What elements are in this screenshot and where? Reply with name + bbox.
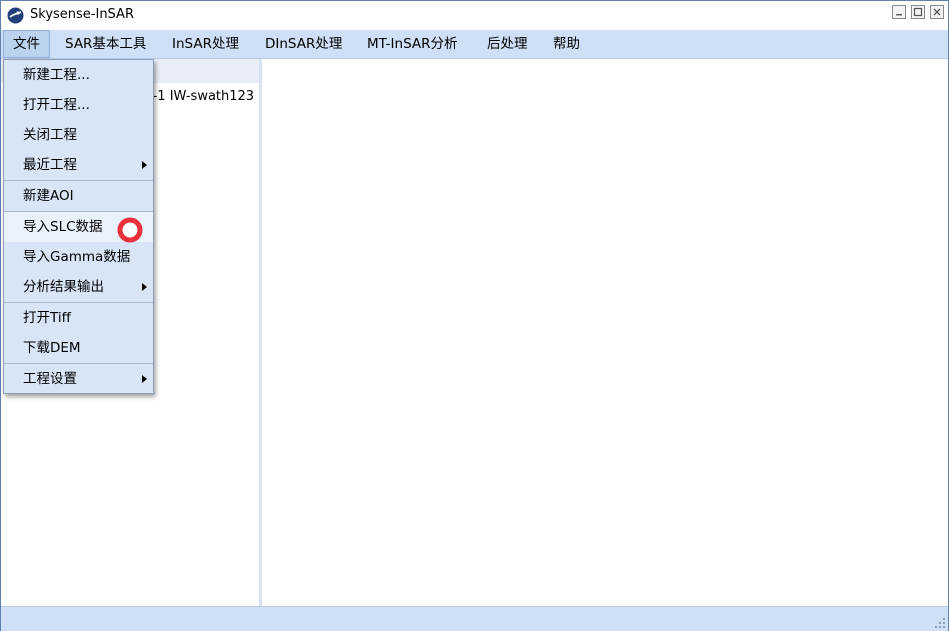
menu-post-processing[interactable]: 后处理 bbox=[478, 30, 537, 58]
menu-file[interactable]: 文件 bbox=[3, 30, 50, 58]
menu-export-results-label: 分析结果输出 bbox=[23, 279, 104, 295]
close-icon bbox=[933, 8, 941, 16]
menu-open-project-label: 打开工程... bbox=[23, 97, 90, 113]
maximize-icon bbox=[913, 7, 923, 17]
minimize-button[interactable] bbox=[892, 5, 906, 19]
menu-open-project[interactable]: 打开工程... bbox=[4, 90, 153, 120]
resize-grip-icon[interactable] bbox=[934, 617, 946, 629]
menu-new-aoi[interactable]: 新建AOI bbox=[4, 181, 153, 211]
workspace-area bbox=[262, 59, 948, 606]
submenu-arrow-icon bbox=[142, 375, 147, 383]
menu-download-dem[interactable]: 下载DEM bbox=[4, 333, 153, 363]
menu-close-project[interactable]: 关闭工程 bbox=[4, 120, 153, 150]
menu-export-results[interactable]: 分析结果输出 bbox=[4, 272, 153, 302]
menu-dinsar[interactable]: DInSAR处理 bbox=[256, 30, 351, 58]
menu-import-gamma-label: 导入Gamma数据 bbox=[23, 249, 131, 265]
menu-new-project[interactable]: 新建工程... bbox=[4, 60, 153, 90]
submenu-arrow-icon bbox=[142, 161, 147, 169]
window-title: Skysense-InSAR bbox=[30, 7, 134, 22]
menu-new-aoi-label: 新建AOI bbox=[23, 188, 74, 204]
title-bar: Skysense-InSAR bbox=[1, 1, 948, 29]
menu-download-dem-label: 下载DEM bbox=[23, 340, 81, 356]
menu-insar[interactable]: InSAR处理 bbox=[163, 30, 248, 58]
menu-recent-projects[interactable]: 最近工程 bbox=[4, 150, 153, 180]
menu-bar: 文件 SAR基本工具 InSAR处理 DInSAR处理 MT-InSAR分析 后… bbox=[1, 30, 948, 59]
submenu-arrow-icon bbox=[142, 283, 147, 291]
status-bar bbox=[1, 606, 948, 631]
minimize-icon bbox=[896, 14, 902, 16]
satellite-logo-icon bbox=[7, 7, 24, 24]
menu-import-slc-label: 导入SLC数据 bbox=[23, 219, 103, 235]
menu-project-settings-label: 工程设置 bbox=[23, 371, 77, 387]
menu-open-tiff[interactable]: 打开Tiff bbox=[4, 303, 153, 333]
menu-close-project-label: 关闭工程 bbox=[23, 127, 77, 143]
maximize-button[interactable] bbox=[911, 5, 925, 19]
menu-import-gamma[interactable]: 导入Gamma数据 bbox=[4, 242, 153, 272]
close-button[interactable] bbox=[930, 5, 944, 19]
menu-recent-projects-label: 最近工程 bbox=[23, 157, 77, 173]
menu-project-settings[interactable]: 工程设置 bbox=[4, 364, 153, 394]
menu-open-tiff-label: 打开Tiff bbox=[23, 310, 71, 326]
app-window: Skysense-InSAR 文件 SAR基本工具 InSAR处理 DInSAR… bbox=[0, 0, 949, 631]
project-tree-item[interactable]: l-1 IW-swath123 bbox=[149, 89, 254, 104]
menu-sar-tools[interactable]: SAR基本工具 bbox=[56, 30, 155, 58]
menu-new-project-label: 新建工程... bbox=[23, 67, 90, 83]
click-marker-icon bbox=[117, 217, 143, 243]
menu-help[interactable]: 帮助 bbox=[544, 30, 589, 58]
menu-mt-insar[interactable]: MT-InSAR分析 bbox=[358, 30, 467, 58]
